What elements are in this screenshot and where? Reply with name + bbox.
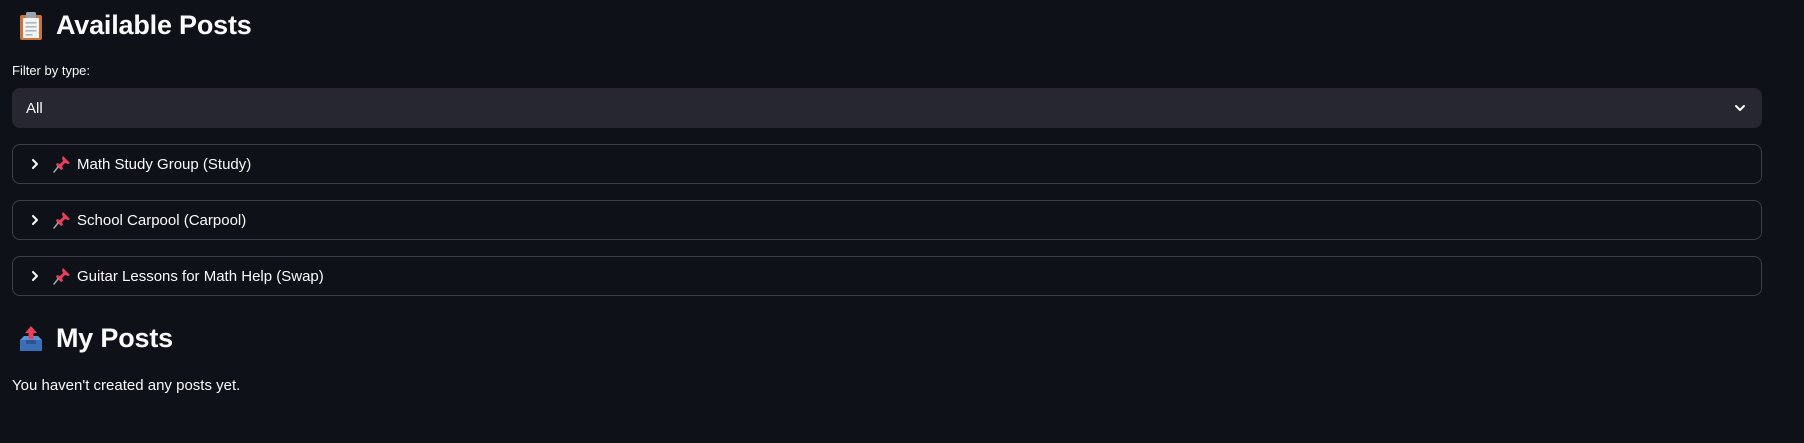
my-posts-heading: My Posts (18, 323, 173, 354)
post-expander-math-study-group[interactable]: Math Study Group (Study) (12, 144, 1762, 184)
clipboard-icon (18, 11, 44, 41)
pushpin-icon (53, 211, 71, 229)
no-posts-message: You haven't created any posts yet. (12, 377, 241, 394)
post-title: Guitar Lessons for Math Help (Swap) (77, 267, 324, 285)
pushpin-icon (53, 267, 71, 285)
my-posts-title: My Posts (56, 323, 173, 353)
chevron-right-icon (27, 268, 43, 284)
chevron-down-icon (1732, 100, 1748, 116)
pushpin-icon (53, 155, 71, 173)
filter-type-select[interactable]: All (12, 88, 1762, 128)
post-title: School Carpool (Carpool) (77, 211, 247, 229)
page: Available Posts Filter by type: All Math… (0, 0, 1804, 443)
post-title: Math Study Group (Study) (77, 155, 252, 173)
available-posts-title: Available Posts (56, 10, 252, 40)
post-expander-school-carpool[interactable]: School Carpool (Carpool) (12, 200, 1762, 240)
outbox-tray-icon (18, 324, 44, 354)
filter-label: Filter by type: (12, 63, 91, 78)
available-posts-heading: Available Posts (18, 10, 252, 41)
filter-selected-value: All (26, 99, 43, 117)
chevron-right-icon (27, 212, 43, 228)
chevron-right-icon (27, 156, 43, 172)
post-expander-guitar-lessons[interactable]: Guitar Lessons for Math Help (Swap) (12, 256, 1762, 296)
